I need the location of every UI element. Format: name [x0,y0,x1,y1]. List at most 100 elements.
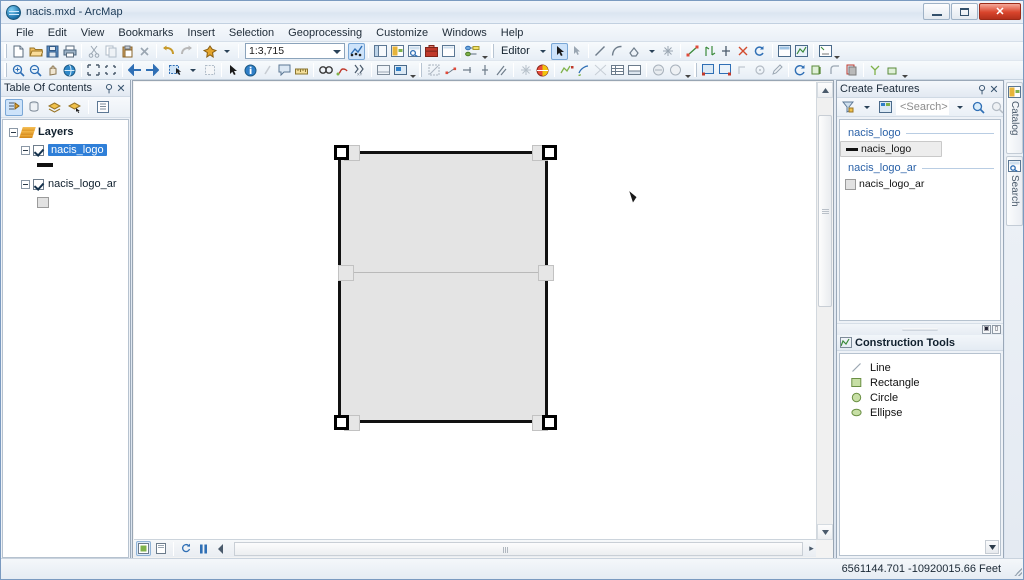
select-elements-icon[interactable] [225,62,242,79]
toolbar-grip[interactable] [4,44,7,58]
sketch-vertex-top-left[interactable] [334,145,349,160]
polygon-symbol[interactable] [37,196,49,208]
construction-tool-circle[interactable]: Circle [840,390,1000,405]
construction-tool-rectangle[interactable]: Rectangle [840,375,1000,390]
sketch-vertex-top-right[interactable] [542,145,557,160]
list-by-source-icon[interactable] [25,99,43,116]
feature-templates-list[interactable]: nacis_logo nacis_logo nacis_logo_ar naci… [839,119,1001,321]
go-forward-extent-icon[interactable] [143,62,160,79]
chevron-down-icon[interactable] [333,50,341,54]
construct-features-icon[interactable] [575,62,592,79]
model-builder-icon[interactable] [464,43,481,60]
edit-vertices-icon[interactable] [684,43,701,60]
construction-tool-ellipse[interactable]: Ellipse [840,405,1000,420]
copy-icon[interactable] [102,43,119,60]
layout-view-icon[interactable] [153,541,168,556]
selection-handle-mid-right[interactable] [538,265,554,281]
editor-toolbar-grip[interactable] [491,44,494,58]
pin-icon[interactable]: ⚲ [103,82,115,95]
topology-overflow-icon[interactable] [684,63,691,78]
select-features-dropdown-icon[interactable] [184,62,201,79]
end-point-arc-icon[interactable] [609,43,626,60]
map-vertical-scrollbar[interactable] [816,82,833,540]
fillet-icon[interactable] [826,62,843,79]
topology-edit-icon[interactable] [592,62,609,79]
construction-tool-line[interactable]: Line [840,360,1000,375]
shape-tool-icon[interactable] [734,62,751,79]
edit-tool-icon[interactable] [550,42,568,60]
parcel-editor-icon[interactable] [650,62,667,79]
attributes-icon[interactable] [776,43,793,60]
map-canvas[interactable] [134,82,816,540]
clear-search-icon[interactable] [989,99,1006,116]
editor-menu-label[interactable]: Editor [497,45,534,57]
menu-view[interactable]: View [74,25,112,41]
search-input[interactable]: <Search> [896,99,949,115]
topology-icon[interactable] [534,62,551,79]
select-by-poly-icon[interactable] [717,62,734,79]
tools-grip[interactable] [4,63,7,77]
sketch-vertex-bottom-right[interactable] [542,415,557,430]
line-symbol[interactable] [37,163,53,167]
organize-templates-icon[interactable] [877,99,894,116]
table-bottom-icon[interactable] [626,62,643,79]
menu-bookmarks[interactable]: Bookmarks [111,25,180,41]
toggle-icon[interactable] [213,541,228,556]
scroll-down-icon[interactable] [817,524,833,540]
collapse-icon[interactable] [9,127,18,137]
search-icon[interactable] [970,99,987,116]
trace-icon[interactable] [626,43,643,60]
menu-help[interactable]: Help [494,25,531,41]
pencil-tool-icon[interactable] [768,62,785,79]
menu-customize[interactable]: Customize [369,25,435,41]
identify-icon[interactable] [242,62,259,79]
close-icon[interactable]: ▯ [992,325,1001,334]
construction-tools-list[interactable]: Line Rectangle Circle Ellipse [839,353,1001,556]
feature-template-nacis-logo-ar[interactable]: nacis_logo_ar [840,176,1000,192]
map-view[interactable]: ▸ [132,80,834,559]
list-by-selection-icon[interactable] [65,99,83,116]
go-back-extent-icon[interactable] [126,62,143,79]
splitter-grip[interactable] [902,328,938,331]
collapse-icon[interactable] [21,145,30,155]
validate-topology-icon[interactable] [558,62,575,79]
menu-windows[interactable]: Windows [435,25,494,41]
scroll-up-icon[interactable] [817,82,833,98]
editor-menu-dropdown-icon[interactable] [534,43,551,60]
clear-selection-icon[interactable] [201,62,218,79]
select-features-icon[interactable] [167,62,184,79]
trim-tool-icon[interactable] [476,62,493,79]
open-folder-icon[interactable] [27,43,44,60]
split-icon[interactable] [735,43,752,60]
python-window-icon[interactable] [440,43,457,60]
toc-layer-nacis-logo[interactable]: nacis_logo [7,142,128,158]
snapping-icon[interactable] [517,62,534,79]
edit-annotation-icon[interactable] [568,43,585,60]
close-icon[interactable]: ✕ [115,82,127,95]
list-by-drawing-order-icon[interactable] [5,98,23,116]
save-icon[interactable] [44,43,61,60]
chevron-down-icon[interactable] [985,540,999,554]
html-popup-icon[interactable] [276,62,293,79]
toc-layer-nacis-logo-ar[interactable]: nacis_logo_ar [7,176,128,192]
hyperlink-icon[interactable] [259,62,276,79]
sketch-feature-rectangle[interactable] [338,151,548,423]
parcel-details-icon[interactable] [667,62,684,79]
paste-icon[interactable] [119,43,136,60]
rotate-icon[interactable] [752,43,769,60]
data-view-icon[interactable] [136,541,151,556]
editor-toolbar-icon[interactable] [348,42,365,60]
tools-overflow-icon[interactable] [409,63,416,78]
minimize-button[interactable] [923,3,950,20]
close-button[interactable]: ✕ [979,3,1021,20]
create-viewer-window-icon[interactable] [392,62,409,79]
list-by-visibility-icon[interactable] [45,99,63,116]
find-route-icon[interactable] [334,62,351,79]
point-icon[interactable] [660,43,677,60]
filter-dropdown-icon[interactable] [858,99,875,116]
menu-selection[interactable]: Selection [222,25,281,41]
straight-segment-icon[interactable] [592,43,609,60]
menu-edit[interactable]: Edit [41,25,74,41]
line-intersection-icon[interactable] [493,62,510,79]
close-icon[interactable]: ✕ [988,83,1000,96]
